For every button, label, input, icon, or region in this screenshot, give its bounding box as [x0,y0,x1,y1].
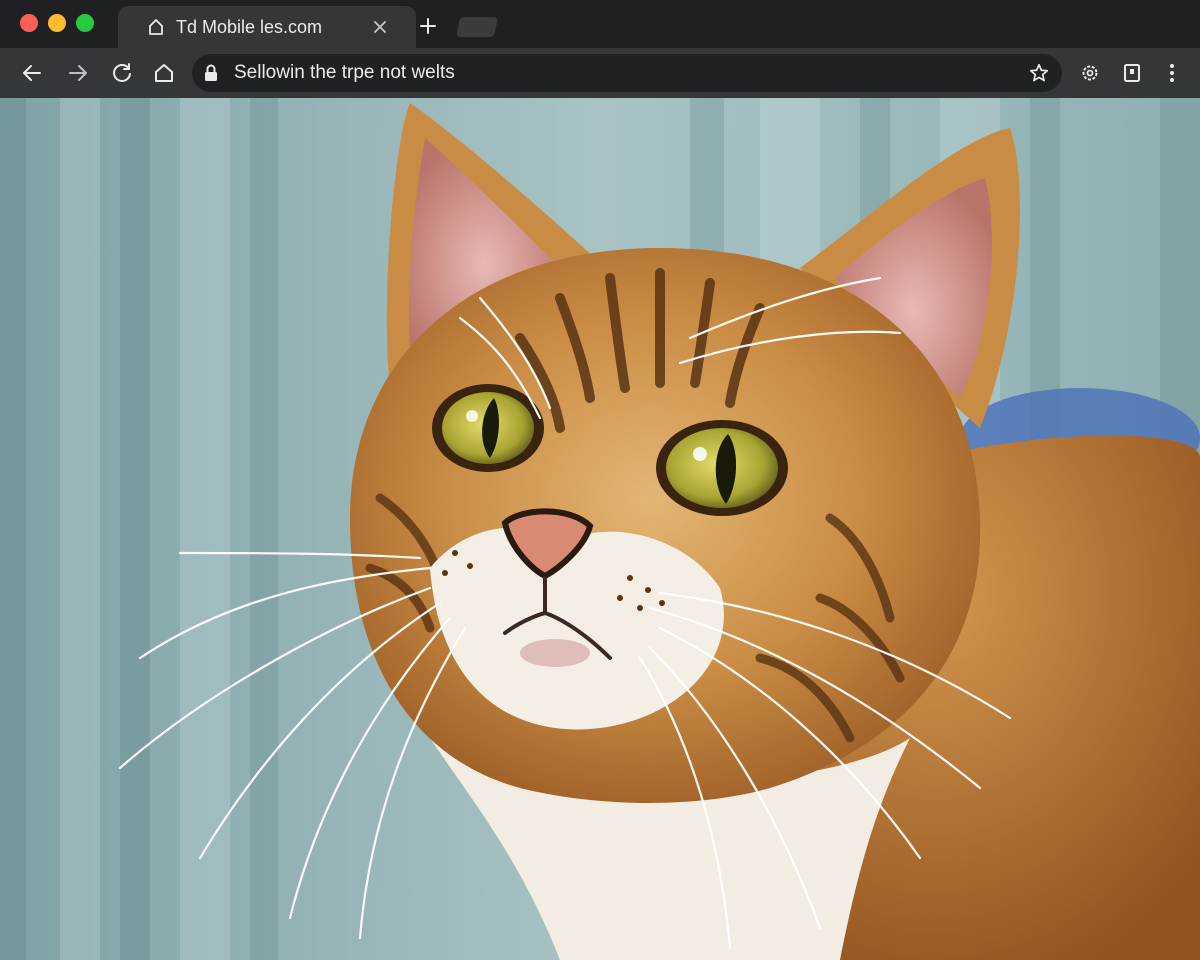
browser-window: Td Mobile les.com Sellowin the trpe not … [0,0,1200,960]
background-tab[interactable] [455,17,499,37]
tablet-icon[interactable] [1120,61,1144,85]
home-icon[interactable] [152,61,176,85]
tab-strip: Td Mobile les.com [0,0,1200,48]
minimize-window-button[interactable] [48,14,66,32]
lock-icon [205,64,217,81]
arrow-left-icon[interactable] [20,61,44,85]
page-content [0,98,1200,960]
maximize-window-button[interactable] [76,14,94,32]
close-window-button[interactable] [20,14,38,32]
url-text[interactable]: Sellowin the trpe not welts [234,62,455,84]
gear-icon[interactable] [1078,61,1102,85]
close-icon[interactable] [372,19,388,35]
star-icon[interactable] [1028,62,1050,84]
active-tab[interactable]: Td Mobile les.com [118,6,416,48]
tab-title: Td Mobile les.com [176,17,323,37]
arrow-right-icon[interactable] [66,61,90,85]
new-tab-button[interactable] [418,16,438,36]
home-outline-icon [149,19,163,35]
address-bar[interactable]: Sellowin the trpe not welts [192,54,1062,92]
reload-icon[interactable] [110,61,134,85]
tabby-cat-photo [0,98,1200,960]
kebab-menu-icon[interactable] [1160,61,1184,85]
toolbar: Sellowin the trpe not welts [0,48,1200,99]
